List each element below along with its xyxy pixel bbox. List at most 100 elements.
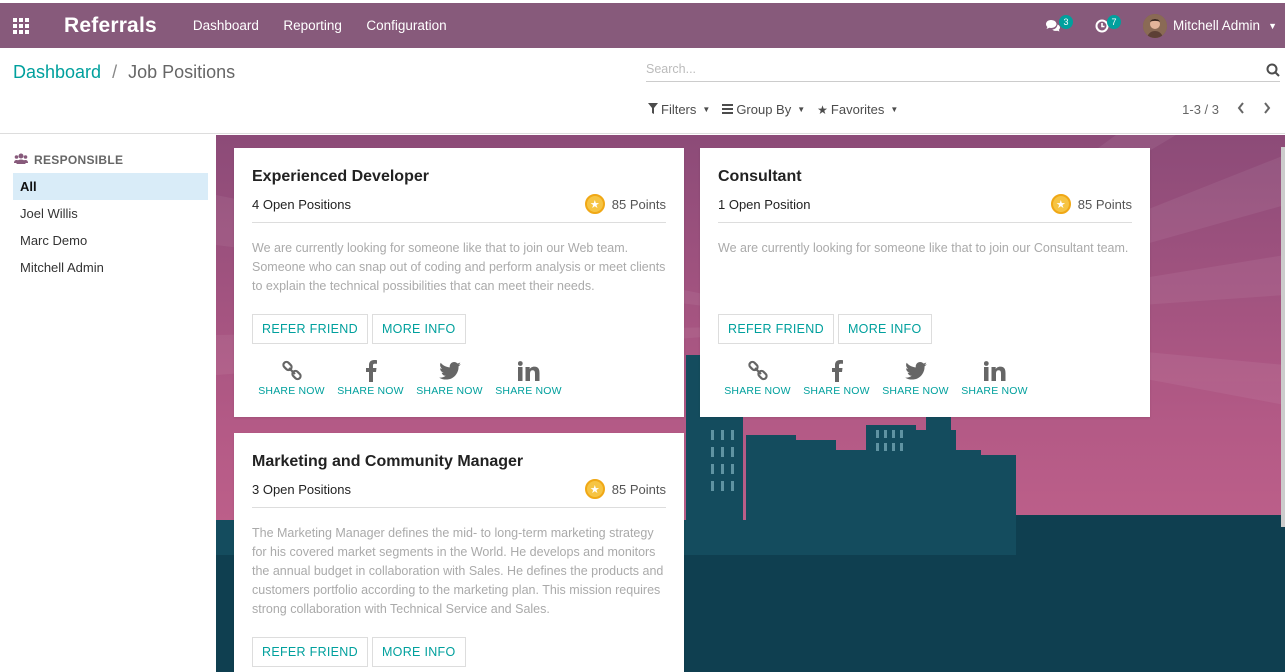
share-facebook-button[interactable]: SHARE NOW [331,358,410,397]
job-description: We are currently looking for someone lik… [252,241,666,293]
star-icon: ★ [817,102,828,117]
control-panel: Dashboard / Job Positions Filters ▼ Grou… [0,48,1285,134]
bars-icon [722,103,734,117]
job-title: Consultant [718,168,802,185]
groupby-label: Group By [736,102,792,117]
side-item-marc-demo[interactable]: Marc Demo [13,227,208,254]
caret-down-icon: ▼ [702,105,711,114]
favorites-button[interactable]: ★ Favorites ▼ [817,102,898,117]
share-twitter-button[interactable]: SHARE NOW [876,358,955,397]
menu-configuration[interactable]: Configuration [366,18,446,33]
twitter-icon [876,358,955,384]
share-linkedin-button[interactable]: SHARE NOW [489,358,568,397]
refer-friend-button[interactable]: REFER FRIEND [252,637,368,667]
open-positions: 4 Open Positions [252,196,352,212]
chevron-left-icon[interactable] [1237,102,1245,117]
scrollbar[interactable] [1281,147,1285,527]
facebook-icon [797,358,876,384]
search-panel: RESPONSIBLE All Joel Willis Marc Demo Mi… [0,135,216,672]
share-now-label: SHARE NOW [803,385,870,397]
job-description: The Marketing Manager defines the mid- t… [252,526,664,616]
star-coin-icon: ★ [1050,194,1071,214]
filters-button[interactable]: Filters ▼ [648,102,710,117]
open-positions: 3 Open Positions [252,481,352,497]
facebook-icon [331,358,410,384]
app-title: Referrals [64,13,157,37]
side-panel-title: RESPONSIBLE [14,153,216,167]
job-card-experienced-developer[interactable]: Experienced Developer 4 Open Positions ★… [234,148,684,417]
points-badge: ★ 85 Points [584,194,666,214]
linkedin-icon [955,358,1034,384]
link-icon [252,358,331,384]
more-info-button[interactable]: MORE INFO [371,314,466,344]
refer-friend-button[interactable]: REFER FRIEND [718,314,834,344]
share-facebook-button[interactable]: SHARE NOW [797,358,876,397]
user-name: Mitchell Admin [1173,18,1261,33]
chevron-right-icon[interactable] [1263,102,1271,117]
messages-menu[interactable]: 3 [1045,14,1074,33]
top-navbar: Referrals Dashboard Reporting Configurat… [0,3,1285,48]
users-icon [14,153,28,167]
points-value: 85 Points [611,481,666,497]
caret-down-icon: ▼ [797,105,806,114]
side-item-joel-willis[interactable]: Joel Willis [13,200,208,227]
menu-dashboard[interactable]: Dashboard [193,18,259,33]
open-positions: 1 Open Position [718,196,811,212]
job-title: Marketing and Community Manager [252,453,524,470]
pager: 1-3 / 3 [1182,102,1271,117]
points-value: 85 Points [611,196,666,212]
avatar [1143,13,1168,38]
side-item-mitchell-admin[interactable]: Mitchell Admin [13,254,208,281]
menu-reporting[interactable]: Reporting [283,18,342,33]
share-now-label: SHARE NOW [337,385,404,397]
share-now-label: SHARE NOW [961,385,1028,397]
job-description: We are currently looking for someone lik… [718,241,1129,255]
search-input[interactable] [646,62,1246,76]
groupby-button[interactable]: Group By ▼ [722,102,805,117]
job-card-consultant[interactable]: Consultant 1 Open Position ★ 85 Points W… [700,148,1150,417]
caret-down-icon: ▼ [890,105,899,114]
linkedin-icon [489,358,568,384]
side-item-all[interactable]: All [13,173,208,200]
breadcrumb-current: Job Positions [128,62,236,82]
breadcrumb-dashboard-link[interactable]: Dashboard [13,62,101,82]
share-now-label: SHARE NOW [882,385,949,397]
job-title: Experienced Developer [252,168,429,185]
user-menu[interactable]: Mitchell Admin ▼ [1143,13,1277,38]
share-link-button[interactable]: SHARE NOW [718,358,797,397]
activities-menu[interactable]: 7 [1095,14,1122,33]
activities-count-badge: 7 [1107,14,1122,29]
star-coin-icon: ★ [584,194,605,214]
favorites-label: Favorites [830,102,885,117]
points-value: 85 Points [1077,196,1132,212]
share-now-label: SHARE NOW [258,385,325,397]
share-now-label: SHARE NOW [724,385,791,397]
share-now-label: SHARE NOW [416,385,483,397]
apps-menu-icon[interactable] [0,3,42,48]
side-panel-title-text: RESPONSIBLE [34,153,124,167]
search-bar [646,60,1280,82]
share-linkedin-button[interactable]: SHARE NOW [955,358,1034,397]
share-twitter-button[interactable]: SHARE NOW [410,358,489,397]
search-icon[interactable] [1266,63,1280,77]
job-card-marketing-community-manager[interactable]: Marketing and Community Manager 3 Open P… [234,433,684,672]
points-badge: ★ 85 Points [584,479,666,499]
search-options: Filters ▼ Group By ▼ ★ Favorites ▼ [648,102,910,117]
star-coin-icon: ★ [584,479,605,499]
pager-value[interactable]: 1-3 / 3 [1182,102,1219,117]
share-link-button[interactable]: SHARE NOW [252,358,331,397]
refer-friend-button[interactable]: REFER FRIEND [252,314,368,344]
more-info-button[interactable]: MORE INFO [837,314,932,344]
twitter-icon [410,358,489,384]
messages-count-badge: 3 [1059,14,1074,29]
more-info-button[interactable]: MORE INFO [371,637,466,667]
points-badge: ★ 85 Points [1050,194,1132,214]
breadcrumb: Dashboard / Job Positions [13,62,235,83]
filter-icon [648,102,658,117]
share-now-label: SHARE NOW [495,385,562,397]
chevron-down-icon: ▼ [1268,20,1277,31]
filters-label: Filters [661,102,697,117]
breadcrumb-separator: / [112,62,118,82]
link-icon [718,358,797,384]
kanban-view: Experienced Developer 4 Open Positions ★… [216,135,1285,672]
